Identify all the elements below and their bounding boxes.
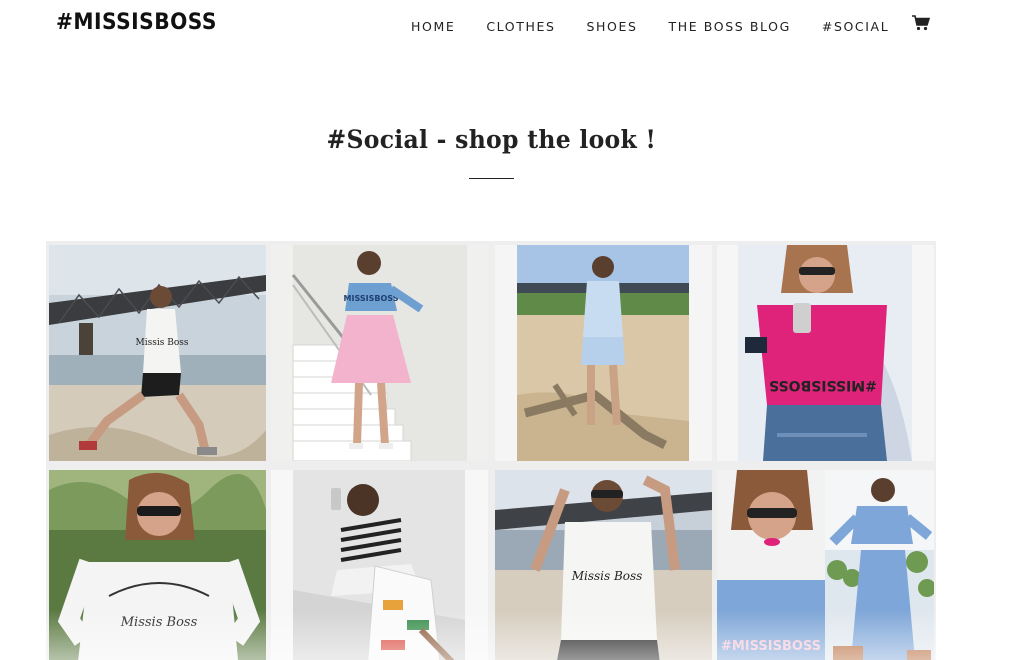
main-nav: HOME CLOTHES SHOES THE BOSS BLOG #SOCIAL — [411, 14, 931, 34]
gallery-photo-2[interactable]: MISSISBOSS — [271, 245, 488, 461]
photo-woman-arms-up-bridge-icon: Missis Boss — [495, 470, 712, 660]
nav-the-boss-blog[interactable]: THE BOSS BLOG — [669, 19, 791, 34]
gallery-photo-6[interactable] — [271, 470, 488, 660]
site-header: #MISSISBOSS HOME CLOTHES SHOES THE BOSS … — [0, 0, 1018, 52]
shirt-print: Missis Boss — [120, 615, 198, 630]
photo-woman-white-sweatshirt-icon: Missis Boss — [49, 470, 266, 660]
gallery-photo-1[interactable]: Missis Boss — [49, 245, 266, 461]
page-title: #Social - shop the look ! — [326, 125, 656, 154]
instagram-gallery: Missis Boss MISSISBOSS #MISSISBOSS Missi… — [46, 241, 936, 660]
photo-woman-stairs-pink-skirt-icon: MISSISBOSS — [271, 245, 488, 461]
gallery-photo-3[interactable] — [495, 245, 712, 461]
cart-icon[interactable] — [912, 14, 931, 31]
shirt-print: Missis Boss — [571, 569, 643, 583]
shirt-print: #MISSISBOSS — [769, 377, 877, 393]
title-block: #Social - shop the look ! — [0, 125, 982, 154]
shirt-print: MISSISBOSS — [344, 294, 399, 303]
photo-collage-blue-outfit-icon: #MISSISBOSS — [717, 470, 934, 660]
nav-home[interactable]: HOME — [411, 19, 455, 34]
gallery-photo-4[interactable]: #MISSISBOSS — [717, 245, 934, 461]
photo-woman-pink-top-selfie-icon: #MISSISBOSS — [717, 245, 934, 461]
photo-woman-lunging-bridge-icon: Missis Boss — [49, 245, 266, 461]
site-logo[interactable]: #MISSISBOSS — [56, 10, 217, 35]
gallery-photo-5[interactable]: Missis Boss — [49, 470, 266, 660]
photo-woman-beach-driftwood-icon — [495, 245, 712, 461]
gallery-photo-8[interactable]: #MISSISBOSS — [717, 470, 934, 660]
nav-shoes[interactable]: SHOES — [586, 19, 637, 34]
photo-woman-kissing-face-tote-icon — [271, 470, 488, 660]
shirt-print: Missis Boss — [136, 338, 189, 348]
nav-clothes[interactable]: CLOTHES — [486, 19, 555, 34]
shirt-print: #MISSISBOSS — [721, 639, 821, 654]
gallery-photo-7[interactable]: Missis Boss — [495, 470, 712, 660]
title-divider — [469, 178, 514, 179]
nav-social[interactable]: #SOCIAL — [822, 19, 889, 34]
